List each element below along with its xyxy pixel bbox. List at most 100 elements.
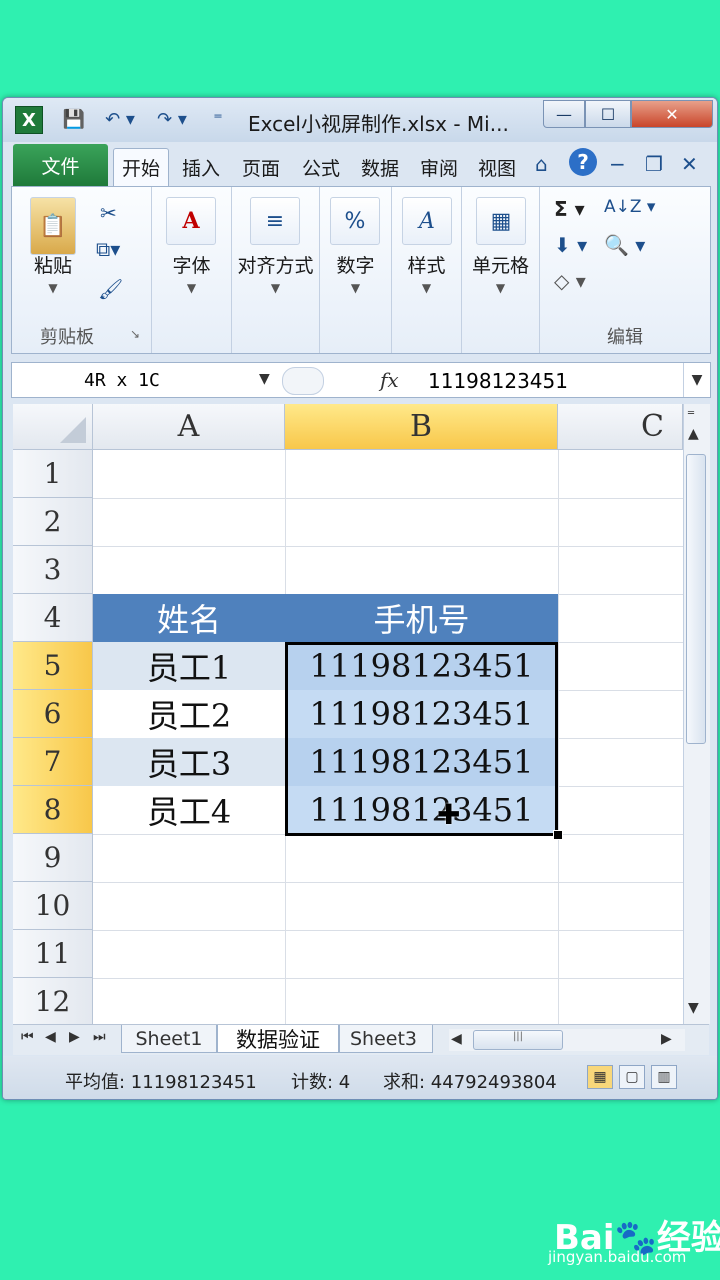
table-cell-name[interactable]: 员工1 — [93, 642, 285, 690]
insert-function-icon[interactable]: fx — [380, 368, 399, 392]
style-dropdown-icon[interactable]: ▼ — [392, 281, 461, 295]
align-button[interactable]: 对齐方式 — [232, 251, 319, 278]
tab-review[interactable]: 审阅 — [411, 148, 467, 186]
formula-splitter[interactable] — [282, 367, 324, 395]
tab-insert[interactable]: 插入 — [173, 148, 229, 186]
scroll-down-icon[interactable]: ▼ — [688, 1000, 699, 1016]
row-header-11[interactable]: 11 — [13, 930, 93, 978]
number-dropdown-icon[interactable]: ▼ — [320, 281, 391, 295]
row-header-2[interactable]: 2 — [13, 498, 93, 546]
tab-data[interactable]: 数据 — [352, 148, 408, 186]
column-header-a[interactable]: A — [93, 404, 285, 450]
vertical-scroll-thumb[interactable] — [686, 454, 706, 744]
tab-page[interactable]: 页面 — [233, 148, 289, 186]
sheet-tab-data-validation[interactable]: 数据验证 — [217, 1025, 339, 1053]
worksheet-grid[interactable]: A B C 1 2 3 4 5 6 7 8 9 10 11 12 姓名 手机号 … — [13, 404, 683, 1024]
row-header-1[interactable]: 1 — [13, 450, 93, 498]
row-header-5[interactable]: 5 — [13, 642, 93, 690]
align-icon[interactable]: ≡ — [250, 197, 300, 245]
vertical-scrollbar[interactable]: ═ ▲ ▼ — [683, 404, 710, 1024]
sort-filter-icon[interactable]: A↓Z ▾ — [604, 197, 655, 217]
cut-icon[interactable]: ✂ — [100, 201, 117, 225]
row-header-7[interactable]: 7 — [13, 738, 93, 786]
page-break-view-icon[interactable]: ▥ — [651, 1065, 677, 1089]
undo-icon[interactable]: ↶ ▾ — [97, 106, 143, 132]
align-dropdown-icon[interactable]: ▼ — [232, 281, 319, 295]
table-cell-name[interactable]: 员工3 — [93, 738, 285, 786]
doc-restore-icon[interactable]: ❐ — [645, 152, 663, 176]
next-sheet-icon[interactable]: ▶ — [69, 1029, 80, 1045]
row-header-12[interactable]: 12 — [13, 978, 93, 1024]
tab-file[interactable]: 文件 — [13, 144, 108, 186]
first-sheet-icon[interactable]: ⏮ — [21, 1029, 34, 1045]
customize-toolbar-icon[interactable]: ⁼ — [207, 106, 229, 132]
cells-icon[interactable]: ▦ — [476, 197, 526, 245]
font-icon[interactable]: A — [166, 197, 216, 245]
column-header-b[interactable]: B — [285, 404, 558, 450]
sheet-tab-sheet3[interactable]: Sheet3 — [339, 1025, 433, 1053]
paste-icon[interactable]: 📋 — [30, 197, 76, 255]
normal-view-icon[interactable]: ▦ — [587, 1065, 613, 1089]
formula-input[interactable]: 11198123451 — [428, 369, 568, 393]
table-cell-name[interactable]: 员工2 — [93, 690, 285, 738]
cells-dropdown-icon[interactable]: ▼ — [462, 281, 539, 295]
expand-formula-icon[interactable]: ▼ — [683, 363, 710, 397]
clear-icon[interactable]: ◇ ▾ — [554, 269, 586, 293]
split-box-icon[interactable]: ═ — [688, 408, 694, 419]
name-box[interactable]: 4R x 1C — [12, 363, 277, 397]
table-cell-phone[interactable]: 11198123451 — [285, 738, 558, 786]
row-header-3[interactable]: 3 — [13, 546, 93, 594]
save-icon[interactable]: 💾 — [61, 106, 87, 132]
font-dropdown-icon[interactable]: ▼ — [152, 281, 231, 295]
doc-minimize-icon[interactable]: − — [609, 152, 626, 176]
paste-button[interactable]: 粘贴 — [12, 251, 94, 278]
tab-formulas[interactable]: 公式 — [293, 148, 349, 186]
style-button[interactable]: 样式 — [392, 251, 461, 278]
maximize-button[interactable]: ☐ — [585, 100, 631, 128]
horizontal-scrollbar[interactable]: ◀ ||| ▶ — [449, 1029, 685, 1051]
scroll-left-icon[interactable]: ◀ — [451, 1031, 462, 1047]
prev-sheet-icon[interactable]: ◀ — [45, 1029, 56, 1045]
select-all-button[interactable] — [13, 404, 93, 450]
clipboard-launcher-icon[interactable]: ↘ — [130, 327, 140, 341]
last-sheet-icon[interactable]: ⏭ — [93, 1029, 106, 1045]
row-header-8[interactable]: 8 — [13, 786, 93, 834]
sheet-tab-sheet1[interactable]: Sheet1 — [121, 1025, 217, 1053]
style-icon[interactable]: A — [402, 197, 452, 245]
table-cell-phone[interactable]: 11198123451 — [285, 642, 558, 690]
cells-button[interactable]: 单元格 — [462, 251, 539, 278]
autosum-icon[interactable]: Σ ▾ — [554, 197, 585, 221]
name-box-dropdown-icon[interactable]: ▼ — [259, 371, 270, 387]
find-select-icon[interactable]: 🔍 ▾ — [604, 233, 645, 257]
help-icon[interactable]: ? — [569, 148, 597, 176]
row-header-10[interactable]: 10 — [13, 882, 93, 930]
row-header-4[interactable]: 4 — [13, 594, 93, 642]
tab-view[interactable]: 视图 — [469, 148, 525, 186]
doc-close-icon[interactable]: ✕ — [681, 152, 698, 176]
minimize-button[interactable]: — — [543, 100, 585, 128]
scroll-up-icon[interactable]: ▲ — [688, 426, 699, 442]
table-header-phone[interactable]: 手机号 — [285, 594, 558, 642]
horizontal-scroll-thumb[interactable]: ||| — [473, 1030, 563, 1050]
redo-icon[interactable]: ↷ ▾ — [149, 106, 195, 132]
fill-handle[interactable] — [553, 830, 563, 840]
table-cell-phone[interactable]: 11198123451 — [285, 786, 558, 834]
row-header-6[interactable]: 6 — [13, 690, 93, 738]
collapse-ribbon-icon[interactable]: ⌂ — [535, 152, 548, 176]
format-painter-icon[interactable]: 🖌 — [98, 277, 123, 301]
excel-logo-icon[interactable]: X — [15, 106, 43, 134]
number-button[interactable]: 数字 — [320, 251, 391, 278]
font-button[interactable]: 字体 — [152, 251, 231, 278]
number-icon[interactable]: % — [330, 197, 380, 245]
table-header-name[interactable]: 姓名 — [93, 594, 285, 642]
close-button[interactable]: ✕ — [631, 100, 713, 128]
column-header-c[interactable]: C — [558, 404, 683, 450]
tab-home[interactable]: 开始 — [113, 148, 169, 186]
fill-icon[interactable]: ⬇ ▾ — [554, 233, 587, 257]
row-header-9[interactable]: 9 — [13, 834, 93, 882]
scroll-right-icon[interactable]: ▶ — [661, 1031, 672, 1047]
table-cell-name[interactable]: 员工4 — [93, 786, 285, 834]
paste-dropdown-icon[interactable]: ▼ — [12, 281, 94, 295]
page-layout-view-icon[interactable]: ▢ — [619, 1065, 645, 1089]
table-cell-phone[interactable]: 11198123451 — [285, 690, 558, 738]
